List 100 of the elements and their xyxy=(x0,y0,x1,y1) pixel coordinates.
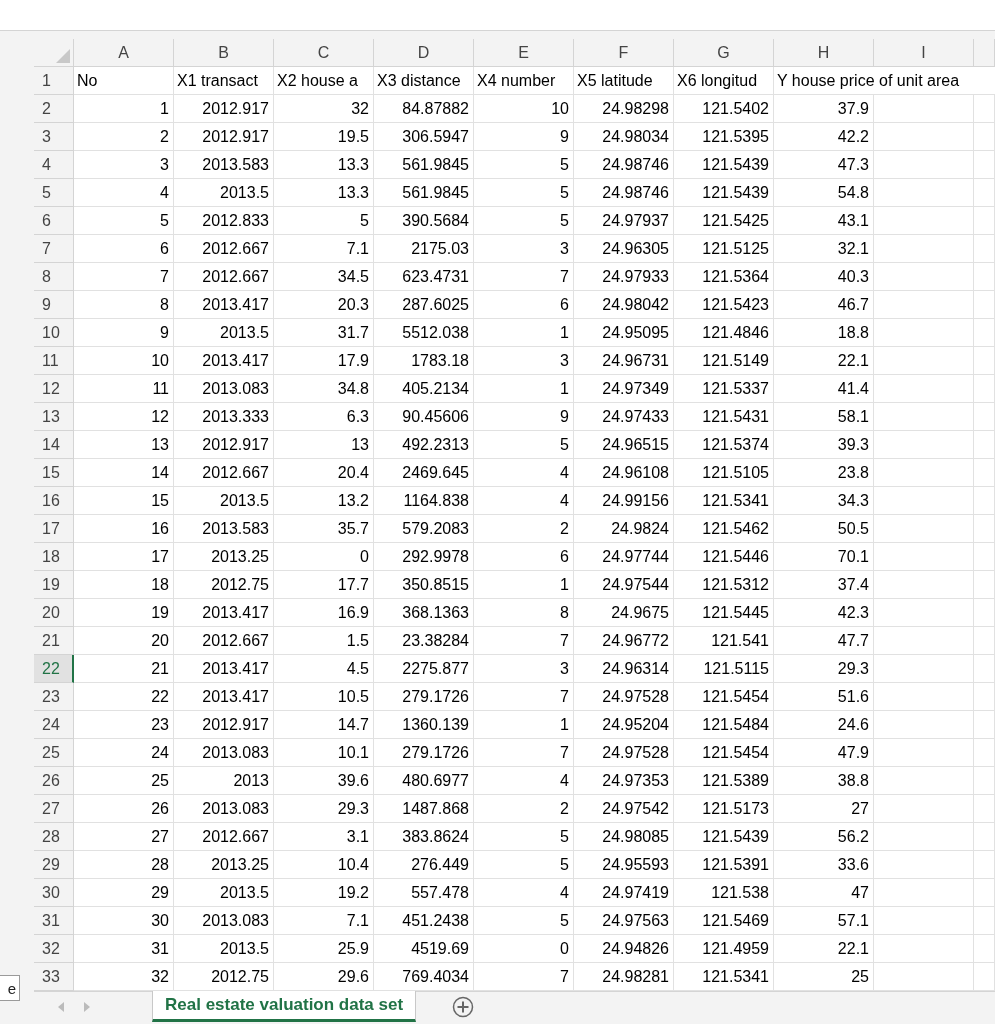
empty-cell[interactable] xyxy=(974,879,995,907)
empty-cell[interactable] xyxy=(974,795,995,823)
empty-cell[interactable] xyxy=(974,347,995,375)
empty-cell[interactable] xyxy=(874,263,974,291)
empty-cell[interactable] xyxy=(874,655,974,683)
row-header[interactable]: 27 xyxy=(34,795,74,823)
empty-cell[interactable] xyxy=(874,95,974,123)
row-header[interactable]: 26 xyxy=(34,767,74,795)
add-sheet-icon[interactable] xyxy=(452,996,475,1018)
empty-cell[interactable] xyxy=(874,711,974,739)
column-header[interactable]: B xyxy=(174,39,274,67)
empty-cell[interactable] xyxy=(874,571,974,599)
empty-cell[interactable] xyxy=(974,459,995,487)
empty-cell[interactable] xyxy=(974,627,995,655)
empty-cell[interactable] xyxy=(974,767,995,795)
row-header[interactable]: 22 xyxy=(34,655,74,683)
row-header[interactable]: 6 xyxy=(34,207,74,235)
column-header[interactable]: A xyxy=(74,39,174,67)
empty-cell[interactable] xyxy=(874,179,974,207)
row-header[interactable]: 3 xyxy=(34,123,74,151)
row-header[interactable]: 25 xyxy=(34,739,74,767)
empty-cell[interactable] xyxy=(874,599,974,627)
empty-cell[interactable] xyxy=(874,403,974,431)
empty-cell[interactable] xyxy=(974,319,995,347)
side-button[interactable]: e xyxy=(0,975,20,1001)
empty-cell[interactable] xyxy=(874,683,974,711)
row-header[interactable]: 9 xyxy=(34,291,74,319)
empty-cell[interactable] xyxy=(874,739,974,767)
scroll-right-icon[interactable] xyxy=(84,1002,90,1012)
empty-cell[interactable] xyxy=(874,235,974,263)
empty-cell[interactable] xyxy=(974,235,995,263)
row-header[interactable]: 16 xyxy=(34,487,74,515)
empty-cell[interactable] xyxy=(874,767,974,795)
empty-cell[interactable] xyxy=(974,711,995,739)
empty-cell[interactable] xyxy=(974,95,995,123)
empty-cell[interactable] xyxy=(974,599,995,627)
empty-cell[interactable] xyxy=(974,179,995,207)
row-header[interactable]: 8 xyxy=(34,263,74,291)
empty-cell[interactable] xyxy=(974,515,995,543)
empty-cell[interactable] xyxy=(974,683,995,711)
row-header[interactable]: 2 xyxy=(34,95,74,123)
row-header[interactable]: 5 xyxy=(34,179,74,207)
row-header[interactable]: 20 xyxy=(34,599,74,627)
empty-cell[interactable] xyxy=(974,207,995,235)
row-header[interactable]: 13 xyxy=(34,403,74,431)
empty-cell[interactable] xyxy=(874,879,974,907)
empty-cell[interactable] xyxy=(874,151,974,179)
row-header[interactable]: 32 xyxy=(34,935,74,963)
empty-cell[interactable] xyxy=(974,571,995,599)
column-header[interactable]: I xyxy=(874,39,974,67)
empty-cell[interactable] xyxy=(974,487,995,515)
empty-cell[interactable] xyxy=(874,319,974,347)
empty-cell[interactable] xyxy=(974,851,995,879)
column-header[interactable]: F xyxy=(574,39,674,67)
row-header[interactable]: 19 xyxy=(34,571,74,599)
empty-cell[interactable] xyxy=(874,627,974,655)
row-header[interactable]: 12 xyxy=(34,375,74,403)
empty-cell[interactable] xyxy=(874,431,974,459)
row-header[interactable]: 18 xyxy=(34,543,74,571)
empty-cell[interactable] xyxy=(874,207,974,235)
select-all-icon[interactable] xyxy=(56,49,70,63)
row-header[interactable]: 17 xyxy=(34,515,74,543)
empty-cell[interactable] xyxy=(874,347,974,375)
row-header[interactable]: 1 xyxy=(34,67,74,95)
empty-cell[interactable] xyxy=(974,263,995,291)
row-header[interactable]: 29 xyxy=(34,851,74,879)
empty-cell[interactable] xyxy=(974,431,995,459)
row-header[interactable]: 30 xyxy=(34,879,74,907)
column-header[interactable]: C xyxy=(274,39,374,67)
scroll-left-icon[interactable] xyxy=(58,1002,64,1012)
empty-cell[interactable] xyxy=(974,375,995,403)
column-header[interactable]: D xyxy=(374,39,474,67)
empty-cell[interactable] xyxy=(974,655,995,683)
row-header[interactable]: 7 xyxy=(34,235,74,263)
empty-cell[interactable] xyxy=(974,739,995,767)
empty-cell[interactable] xyxy=(874,123,974,151)
row-header[interactable]: 33 xyxy=(34,963,74,991)
empty-cell[interactable] xyxy=(874,795,974,823)
row-header[interactable]: 24 xyxy=(34,711,74,739)
empty-cell[interactable] xyxy=(974,935,995,963)
empty-cell[interactable] xyxy=(974,291,995,319)
row-header[interactable]: 23 xyxy=(34,683,74,711)
row-header[interactable]: 10 xyxy=(34,319,74,347)
column-header[interactable]: E xyxy=(474,39,574,67)
empty-cell[interactable] xyxy=(874,487,974,515)
row-header[interactable]: 31 xyxy=(34,907,74,935)
row-header[interactable]: 15 xyxy=(34,459,74,487)
row-header[interactable]: 4 xyxy=(34,151,74,179)
empty-cell[interactable] xyxy=(874,907,974,935)
empty-cell[interactable] xyxy=(874,515,974,543)
column-header[interactable]: G xyxy=(674,39,774,67)
empty-cell[interactable] xyxy=(974,403,995,431)
empty-cell[interactable] xyxy=(874,851,974,879)
row-header[interactable]: 21 xyxy=(34,627,74,655)
row-header[interactable]: 14 xyxy=(34,431,74,459)
sheet-tab[interactable]: Real estate valuation data set xyxy=(152,991,417,1022)
row-header[interactable]: 11 xyxy=(34,347,74,375)
empty-cell[interactable] xyxy=(874,543,974,571)
column-header[interactable] xyxy=(974,39,995,67)
empty-cell[interactable] xyxy=(874,291,974,319)
